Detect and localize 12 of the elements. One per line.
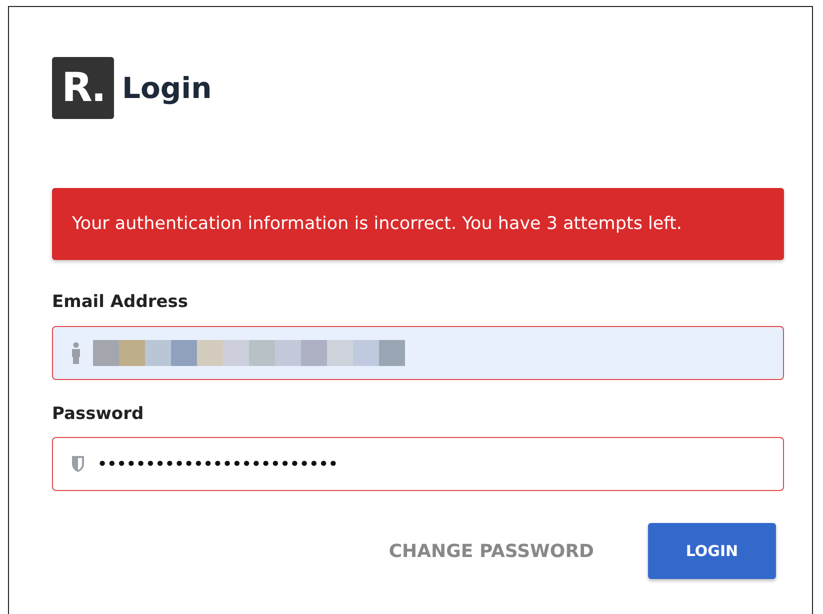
change-password-link[interactable]: CHANGE PASSWORD xyxy=(388,538,594,564)
field-label: Password xyxy=(52,402,145,426)
error-alert: Your authentication information is incorrect. You have 3 attempts left. xyxy=(52,188,784,260)
person-icon xyxy=(71,342,81,364)
logo: R. xyxy=(52,57,114,119)
password-field[interactable]: ••••••••••••••••••••••••• xyxy=(52,437,784,491)
page-title: Login xyxy=(122,70,212,106)
email-field[interactable] xyxy=(52,326,784,380)
password-value: ••••••••••••••••••••••••• xyxy=(97,452,338,476)
login-button[interactable]: LOGIN xyxy=(648,523,776,579)
field-label: Email Address xyxy=(52,291,190,314)
shield-icon xyxy=(71,455,85,473)
